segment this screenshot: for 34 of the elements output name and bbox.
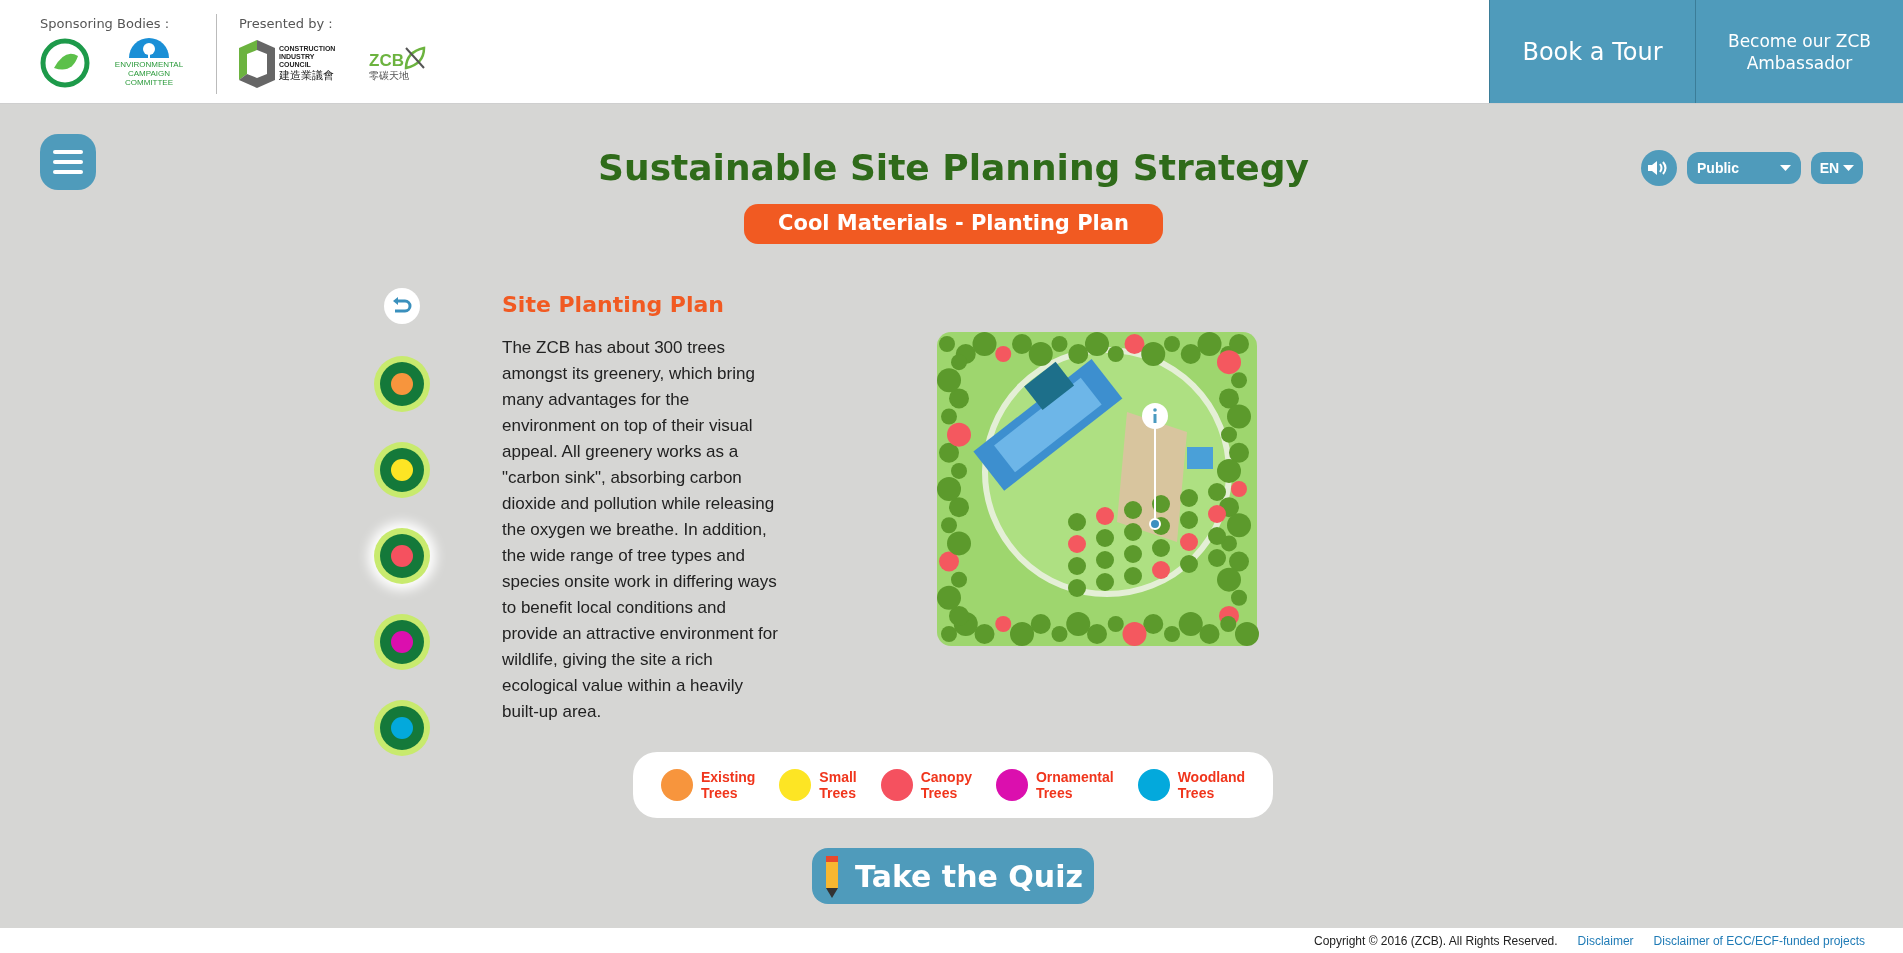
quiz-button[interactable]: Take the Quiz	[812, 848, 1094, 904]
copyright-text: Copyright © 2016 (ZCB). All Rights Reserved.	[1313, 932, 1558, 950]
audience-dropdown[interactable]: Public	[1687, 152, 1801, 184]
logo-caption: 零碳天地	[369, 69, 409, 82]
logo-wordmark: ZCB	[369, 51, 404, 70]
nav-button[interactable]: Book a Tour	[1489, 0, 1695, 103]
tree-filter-button[interactable]	[374, 527, 430, 584]
cic-logo-icon	[239, 39, 275, 88]
panel-heading: Site Planting Plan	[502, 290, 725, 319]
legend-label: Ornamental Trees	[1035, 769, 1114, 801]
legend-label: Canopy Trees	[920, 769, 972, 801]
presented-label: Presented by :	[239, 15, 334, 33]
back-button[interactable]	[384, 287, 420, 324]
legend-label: Woodland Trees	[1177, 769, 1246, 801]
section-banner: Cool Materials - Planting Plan	[744, 204, 1163, 244]
caret-icon	[1843, 165, 1855, 171]
leaf-icon	[403, 45, 426, 70]
logo-caption: 建造業議會	[279, 69, 335, 82]
panel-paragraph: The ZCB has about 300 trees amongst its greenery, which bring many advantages for the environment on top of their visual appeal. All greenery works as a "carbon sink", absorbing carbon dioxide and pollution while releasing the oxygen we breathe. In addition, the wide range of tree types and species onsite work in differing ways to benefit local conditions and provide an attractive environment for wildlife, giving the site a rich ecological value within a heavily built-up area.	[502, 336, 779, 723]
language-dropdown[interactable]: EN	[1811, 152, 1863, 184]
footer-link[interactable]: Disclaimer of ECC/ECF-funded projects	[1653, 931, 1865, 950]
legend-label: Small Trees	[819, 769, 857, 801]
back-arrow-icon	[392, 296, 412, 315]
footer-link[interactable]: Disclaimer	[1577, 931, 1634, 950]
nav-button[interactable]: Become our ZCB Ambassador	[1695, 0, 1903, 103]
logo-caption: ENVIRONMENTAL CAMPAIGN COMMITTEE	[113, 60, 185, 87]
caret-icon	[1780, 165, 1791, 171]
page-title: Sustainable Site Planning Strategy	[598, 146, 1309, 190]
menu-button[interactable]	[40, 134, 96, 190]
menu-icon	[53, 150, 83, 174]
sound-button[interactable]	[1641, 150, 1677, 186]
ring-leaf-logo	[40, 37, 90, 88]
sponsors-label: Sponsoring Bodies :	[40, 15, 171, 33]
legend-label: Existing Trees	[700, 769, 756, 801]
